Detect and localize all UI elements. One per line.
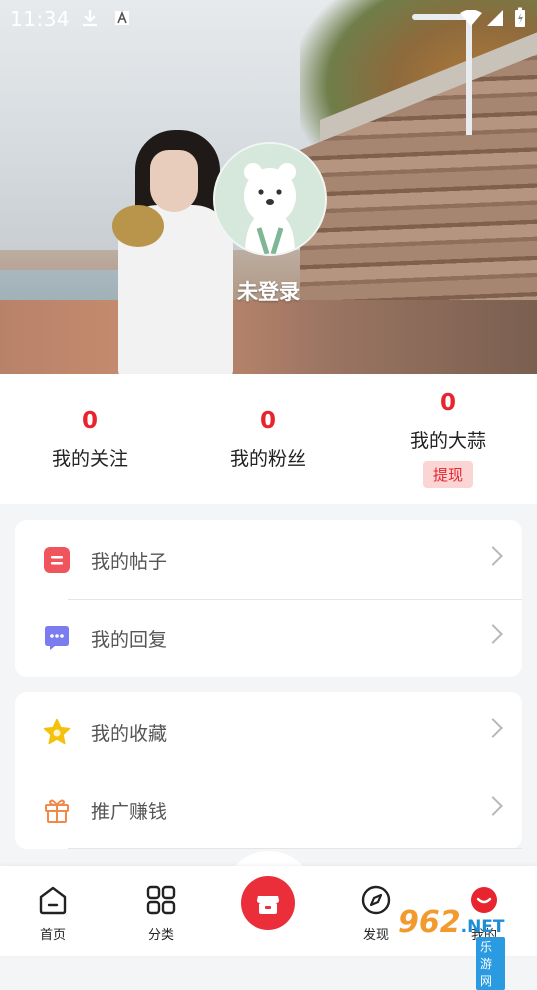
stat-value: 0: [81, 408, 98, 434]
font-icon: [115, 10, 129, 25]
tab-label: 分类: [147, 928, 174, 943]
tab-store-button[interactable]: [241, 876, 295, 930]
store-icon: [257, 896, 279, 914]
stat-value: 0: [259, 408, 276, 434]
menu-item-favorites[interactable]: 我的收藏: [15, 693, 522, 771]
signal-icon: [487, 10, 503, 26]
menu-item-label: 我的帖子: [91, 551, 168, 573]
stat-garlic[interactable]: 0 我的大蒜 提现: [358, 390, 537, 488]
chevron-right-icon: [483, 624, 503, 644]
home-icon: [39, 886, 67, 915]
tab-label: 首页: [39, 928, 66, 943]
bear-avatar-icon: [215, 144, 325, 254]
tab-home[interactable]: 首页: [13, 884, 93, 943]
menu-card-favorites: 我的收藏 推广赚钱: [15, 692, 522, 849]
chevron-right-icon: [483, 546, 503, 566]
menu-item-label: 推广赚钱: [91, 801, 168, 823]
reply-icon: [45, 626, 69, 650]
compass-icon: [361, 885, 391, 915]
coconut: [112, 205, 164, 247]
wifi-icon: [460, 10, 482, 26]
chevron-right-icon: [483, 718, 503, 738]
stats-panel: 0 我的关注 0 我的粉丝 0 我的大蒜 提现: [0, 374, 537, 504]
stat-label: 我的大蒜: [409, 430, 486, 452]
gift-icon: [45, 799, 69, 823]
watermark-number: 962: [398, 905, 461, 940]
stat-value: 0: [439, 390, 456, 416]
category-icon: [146, 885, 176, 915]
chevron-right-icon: [483, 796, 503, 816]
star-icon: [43, 718, 71, 745]
status-bar: 11:34: [0, 0, 537, 36]
login-status[interactable]: 未登录: [0, 276, 537, 306]
rocks: [0, 300, 537, 374]
menu-item-my-posts[interactable]: 我的帖子: [15, 521, 522, 599]
divider: [68, 848, 522, 849]
menu-item-label: 我的回复: [91, 629, 168, 651]
menu-item-label: 我的收藏: [91, 723, 168, 745]
withdraw-button[interactable]: 提现: [422, 461, 473, 488]
watermark-net: .NET: [460, 917, 505, 937]
tab-category[interactable]: 分类: [121, 884, 201, 943]
watermark-logo: 962.NET 乐游网: [398, 905, 505, 990]
status-time: 11:34: [10, 7, 71, 31]
menu-item-promote-earn[interactable]: 推广赚钱: [15, 771, 522, 849]
battery-icon: [515, 7, 525, 27]
post-icon: [44, 547, 70, 573]
menu-item-my-replies[interactable]: 我的回复: [15, 599, 522, 677]
girl-face: [150, 150, 198, 212]
stat-followers[interactable]: 0 我的粉丝: [178, 408, 358, 471]
stat-following[interactable]: 0 我的关注: [0, 408, 180, 471]
watermark-sub: 乐游网: [476, 937, 505, 990]
stat-label: 我的关注: [51, 448, 128, 470]
stat-label: 我的粉丝: [229, 448, 306, 470]
avatar[interactable]: [213, 142, 327, 256]
menu-card-posts: 我的帖子 我的回复: [15, 520, 522, 677]
download-icon: [83, 10, 97, 27]
